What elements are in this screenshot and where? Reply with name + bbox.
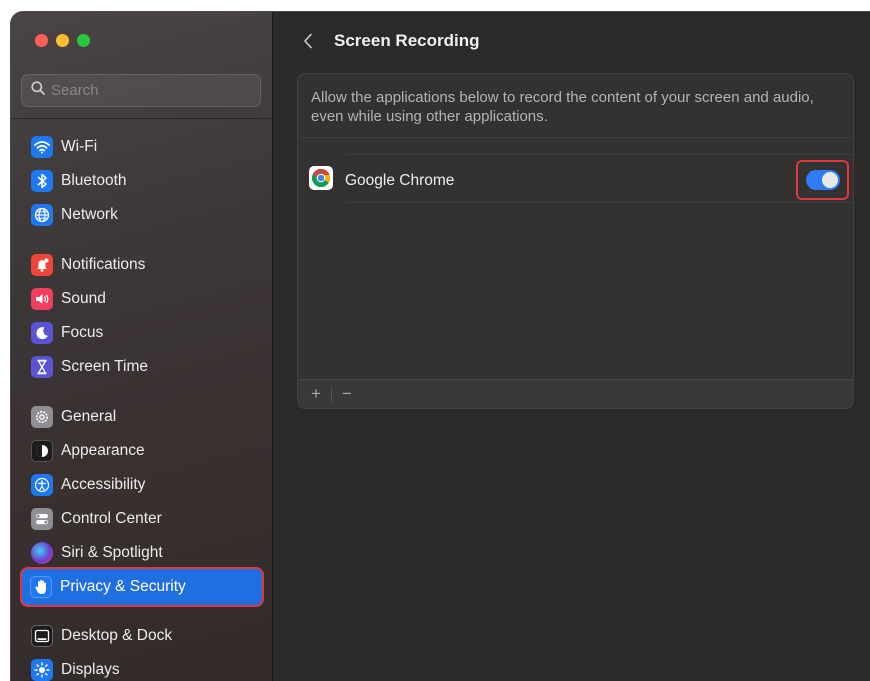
siri-icon	[31, 542, 53, 564]
sidebar-item-wifi[interactable]: Wi-Fi	[23, 133, 261, 161]
sidebar-item-label: Focus	[61, 324, 104, 341]
gear-icon	[31, 406, 53, 428]
bell-icon	[31, 254, 53, 276]
accessibility-icon	[31, 474, 53, 496]
sidebar-item-privacy-security[interactable]: Privacy & Security	[22, 569, 262, 605]
main-content: Screen Recording Allow the applications …	[274, 12, 870, 681]
panel-description: Allow the applications below to record t…	[311, 89, 814, 125]
sidebar-item-network[interactable]: Network	[23, 201, 261, 229]
search-field[interactable]	[21, 74, 261, 107]
sidebar-item-label: Sound	[61, 290, 106, 307]
sun-icon	[31, 659, 53, 681]
sidebar-item-label: Appearance	[61, 442, 145, 459]
panel-divider	[298, 137, 853, 138]
sidebar-item-label: General	[61, 408, 117, 425]
sidebar-item-bluetooth[interactable]: Bluetooth	[23, 167, 261, 195]
app-name: Google Chrome	[345, 171, 455, 189]
sidebar-item-label: Network	[61, 206, 118, 223]
search-input[interactable]	[51, 82, 251, 99]
hand-icon	[30, 576, 52, 598]
sidebar-item-control-center[interactable]: Control Center	[23, 505, 261, 533]
toggle-highlight	[796, 160, 849, 200]
sidebar-item-label: Accessibility	[61, 476, 146, 493]
row-divider	[346, 202, 853, 203]
globe-icon	[31, 204, 53, 226]
sidebar-item-notifications[interactable]: Notifications	[23, 251, 261, 279]
settings-window: Wi-Fi Bluetooth Network No	[11, 12, 870, 681]
sidebar-item-general[interactable]: General	[23, 403, 261, 431]
search-icon	[31, 81, 45, 100]
row-divider	[346, 154, 853, 155]
sidebar-item-focus[interactable]: Focus	[23, 319, 261, 347]
sidebar-item-sound[interactable]: Sound	[23, 285, 261, 313]
add-app-button[interactable]: +	[307, 384, 325, 404]
hourglass-icon	[31, 356, 53, 378]
sidebar-item-appearance[interactable]: Appearance	[23, 437, 261, 465]
chevron-left-icon	[304, 33, 312, 49]
sidebar-item-label: Control Center	[61, 510, 162, 527]
dock-icon	[31, 625, 53, 647]
switches-icon	[31, 508, 53, 530]
maximize-window-button[interactable]	[77, 34, 90, 47]
sidebar-item-label: Bluetooth	[61, 172, 127, 189]
moon-icon	[31, 322, 53, 344]
back-button[interactable]	[298, 30, 318, 52]
sidebar-item-desktop-dock[interactable]: Desktop & Dock	[23, 622, 261, 650]
bluetooth-icon	[31, 170, 53, 192]
toggle-knob	[821, 172, 838, 188]
app-row-google-chrome: Google Chrome	[309, 166, 454, 195]
sidebar-item-label: Wi-Fi	[61, 138, 98, 155]
sidebar-divider	[11, 118, 273, 119]
window-controls	[35, 34, 90, 47]
panel-footer: + −	[298, 379, 853, 408]
sidebar-item-displays[interactable]: Displays	[23, 656, 261, 681]
sidebar-item-screen-time[interactable]: Screen Time	[23, 353, 261, 381]
appearance-icon	[31, 440, 53, 462]
sidebar-item-label: Notifications	[61, 256, 146, 273]
remove-app-button[interactable]: −	[338, 384, 356, 404]
chrome-icon	[309, 166, 333, 195]
google-chrome-toggle[interactable]	[805, 170, 840, 190]
sidebar-item-label: Screen Time	[61, 358, 149, 375]
page-header: Screen Recording	[298, 30, 480, 52]
footer-divider	[331, 386, 332, 402]
screen-recording-panel: Allow the applications below to record t…	[297, 73, 854, 409]
sidebar: Wi-Fi Bluetooth Network No	[11, 12, 273, 681]
sidebar-item-label: Privacy & Security	[60, 578, 186, 595]
minimize-window-button[interactable]	[56, 34, 69, 47]
wifi-icon	[31, 136, 53, 158]
sidebar-item-label: Desktop & Dock	[61, 627, 173, 644]
sidebar-item-siri-spotlight[interactable]: Siri & Spotlight	[23, 539, 261, 567]
sidebar-item-label: Siri & Spotlight	[61, 544, 163, 561]
page-title: Screen Recording	[334, 31, 480, 50]
close-window-button[interactable]	[35, 34, 48, 47]
sidebar-item-accessibility[interactable]: Accessibility	[23, 471, 261, 499]
speaker-icon	[31, 288, 53, 310]
sidebar-item-label: Displays	[61, 661, 120, 678]
